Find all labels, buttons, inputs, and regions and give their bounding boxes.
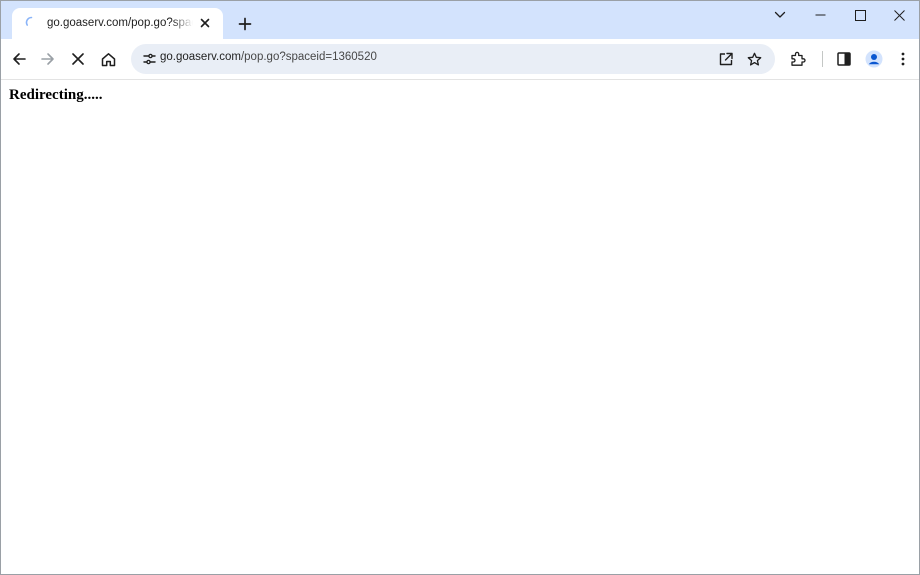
arrow-right-icon <box>41 53 54 65</box>
url-text[interactable]: go.goaserv.com/pop.go?spaceid=1360520 <box>160 51 377 63</box>
browser-window: go.goaserv.com/pop.go?spaceid=1360520 <box>0 0 920 575</box>
tab-search-button[interactable] <box>760 1 800 29</box>
close-window-button[interactable] <box>879 1 919 29</box>
minimize-icon <box>815 14 825 16</box>
tab-strip: go.goaserv.com/pop.go?spaceid=1360520 <box>1 1 919 39</box>
tab-close-button[interactable] <box>196 14 214 32</box>
extensions-button[interactable] <box>784 45 812 73</box>
redirect-message: Redirecting..... <box>9 87 103 103</box>
forward-button[interactable] <box>34 45 62 73</box>
url-host: go.goaserv.com <box>160 51 241 63</box>
home-icon <box>101 52 115 66</box>
close-icon <box>893 9 905 21</box>
share-icon <box>719 52 733 66</box>
plus-icon <box>238 17 252 31</box>
page-content: Redirecting..... <box>1 80 919 574</box>
close-icon <box>200 18 210 28</box>
kebab-menu-icon <box>901 52 905 66</box>
maximize-icon <box>854 9 866 21</box>
star-icon <box>747 52 761 66</box>
toolbar-divider <box>822 51 823 67</box>
share-button[interactable] <box>714 47 738 71</box>
puzzle-icon <box>791 51 806 66</box>
side-panel-icon <box>837 52 851 66</box>
minimize-button[interactable] <box>800 1 840 29</box>
active-tab[interactable]: go.goaserv.com/pop.go?spaceid=1360520 <box>12 8 223 39</box>
loading-spinner-icon <box>25 16 38 29</box>
bookmark-button[interactable] <box>742 47 766 71</box>
home-button[interactable] <box>94 45 122 73</box>
avatar-icon <box>865 50 883 68</box>
new-tab-button[interactable] <box>233 12 257 36</box>
address-bar[interactable]: go.goaserv.com/pop.go?spaceid=1360520 <box>131 44 775 74</box>
maximize-button[interactable] <box>840 1 880 29</box>
site-info-button[interactable] <box>137 48 161 70</box>
arrow-left-icon <box>13 53 26 65</box>
tune-icon <box>142 53 156 65</box>
side-panel-button[interactable] <box>830 45 858 73</box>
profile-button[interactable] <box>860 45 888 73</box>
stop-loading-icon <box>72 53 84 65</box>
toolbar: go.goaserv.com/pop.go?spaceid=1360520 <box>1 39 919 80</box>
chevron-down-icon <box>774 11 786 18</box>
stop-loading-button[interactable] <box>64 45 92 73</box>
tab-title: go.goaserv.com/pop.go?spaceid=1360520 <box>47 17 193 29</box>
url-path: /pop.go?spaceid=1360520 <box>240 51 377 63</box>
back-button[interactable] <box>5 45 33 73</box>
menu-button[interactable] <box>889 45 917 73</box>
